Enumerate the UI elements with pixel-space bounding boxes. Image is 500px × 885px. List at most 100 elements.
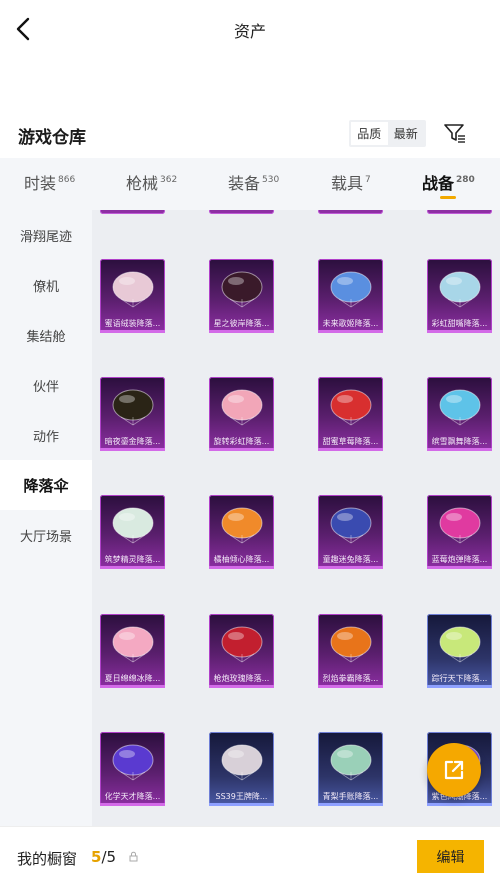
item-card-partial[interactable] — [100, 210, 165, 214]
rarity-bar — [209, 330, 274, 333]
item-name: 暗夜鎏金降落... — [104, 437, 161, 446]
rarity-bar — [427, 448, 492, 451]
item-card[interactable]: 橘柚倾心降落... — [209, 495, 274, 569]
item-card[interactable]: 蜜语绒装降落... — [100, 259, 165, 333]
item-name: 蓝莓炮弹降落... — [431, 555, 488, 564]
category-tabs: 时装 866 枪械 362 装备 530 载具 7 战备 280 — [0, 158, 500, 210]
parachute-icon — [330, 271, 372, 308]
filter-icon[interactable] — [443, 122, 467, 144]
item-name: 夏日绵绵冰降... — [104, 674, 161, 683]
item-card[interactable]: 化学天才降落... — [100, 732, 165, 806]
page-title: 资产 — [233, 22, 266, 41]
tab-equipment[interactable]: 装备 530 — [228, 170, 279, 194]
sidebar: 滑翔尾迹 僚机 集结舱 伙伴 动作 降落伞 大厅场景 — [0, 210, 92, 826]
tab-weapons[interactable]: 枪械 362 — [126, 170, 177, 194]
item-card[interactable]: 暗夜鎏金降落... — [100, 377, 165, 451]
share-button[interactable] — [427, 743, 481, 797]
top-bar: 资产 — [0, 0, 500, 60]
parachute-icon — [112, 507, 154, 544]
rarity-bar — [209, 566, 274, 569]
sidebar-item-companion[interactable]: 伙伴 — [0, 360, 92, 410]
edit-button[interactable]: 编辑 — [417, 840, 484, 873]
item-name: 筑梦精灵降落... — [104, 555, 161, 564]
item-card[interactable]: 甜蜜草莓降落... — [318, 377, 383, 451]
parachute-icon — [221, 626, 263, 663]
share-icon — [444, 760, 464, 780]
sidebar-item-lobby-scene[interactable]: 大厅场景 — [0, 510, 92, 560]
item-name: 甜蜜草莓降落... — [322, 437, 379, 446]
sidebar-item-rally-pod[interactable]: 集结舱 — [0, 310, 92, 360]
item-card[interactable]: 筑梦精灵降落... — [100, 495, 165, 569]
rarity-bar — [318, 448, 383, 451]
rarity-bar — [209, 803, 274, 806]
sidebar-item-glide-trail[interactable]: 滑翔尾迹 — [0, 210, 92, 260]
parachute-icon — [112, 389, 154, 426]
item-card[interactable]: SS39王牌降... — [209, 732, 274, 806]
parachute-icon — [439, 507, 481, 544]
item-name: 踪行天下降落... — [431, 674, 488, 683]
parachute-icon — [330, 389, 372, 426]
active-tab-indicator — [440, 196, 456, 199]
item-name: 烈焰拳霸降落... — [322, 674, 379, 683]
item-name: 青梨手账降落... — [322, 792, 379, 801]
parachute-icon — [221, 271, 263, 308]
item-name: 缤雪飘舞降落... — [431, 437, 488, 446]
tab-fashion[interactable]: 时装 866 — [24, 170, 75, 194]
sidebar-item-parachute[interactable]: 降落伞 — [0, 460, 92, 510]
sort-latest-button[interactable]: 最新 — [388, 122, 425, 145]
rarity-bar — [427, 330, 492, 333]
rarity-bar — [100, 803, 165, 806]
parachute-icon — [439, 626, 481, 663]
parachute-icon — [439, 389, 481, 426]
item-name: 未来歌姬降落... — [322, 319, 379, 328]
item-card[interactable]: 蓝莓炮弹降落... — [427, 495, 492, 569]
item-name: SS39王牌降... — [215, 792, 268, 801]
parachute-icon — [112, 271, 154, 308]
item-card[interactable]: 缤雪飘舞降落... — [427, 377, 492, 451]
parachute-icon — [112, 626, 154, 663]
item-card-partial[interactable] — [209, 210, 274, 214]
item-card[interactable]: 青梨手账降落... — [318, 732, 383, 806]
item-card-partial[interactable] — [427, 210, 492, 214]
parachute-icon — [330, 744, 372, 781]
item-name: 橘柚倾心降落... — [213, 555, 270, 564]
sort-quality-button[interactable]: 品质 — [351, 122, 388, 145]
rarity-bar — [427, 566, 492, 569]
rarity-bar — [427, 685, 492, 688]
item-card[interactable]: 踪行天下降落... — [427, 614, 492, 688]
item-name: 蜜语绒装降落... — [104, 319, 161, 328]
repository-title: 游戏仓库 — [18, 128, 86, 148]
rarity-bar — [318, 803, 383, 806]
item-card[interactable]: 旋转彩虹降落... — [209, 377, 274, 451]
sidebar-item-emote[interactable]: 动作 — [0, 410, 92, 460]
item-name: 彩虹甜嘴降落... — [431, 319, 488, 328]
showcase-count: 5/5 — [91, 848, 117, 866]
item-card[interactable]: 星之彼岸降落... — [209, 259, 274, 333]
repository-header: 游戏仓库 品质 最新 — [0, 116, 500, 152]
item-card[interactable]: 未来歌姬降落... — [318, 259, 383, 333]
rarity-bar — [318, 566, 383, 569]
item-name: 星之彼岸降落... — [213, 319, 270, 328]
rarity-bar — [100, 566, 165, 569]
item-name: 旋转彩虹降落... — [213, 437, 270, 446]
rarity-bar — [318, 685, 383, 688]
tab-vehicles[interactable]: 载具 7 — [331, 170, 371, 194]
rarity-bar — [427, 803, 492, 806]
item-card[interactable]: 彩虹甜嘴降落... — [427, 259, 492, 333]
item-card[interactable]: 枪炮玫瑰降落... — [209, 614, 274, 688]
sort-toggle: 品质 最新 — [349, 120, 426, 147]
rarity-bar — [209, 448, 274, 451]
rarity-bar — [100, 330, 165, 333]
parachute-icon — [112, 744, 154, 781]
item-card[interactable]: 童趣迷兔降落... — [318, 495, 383, 569]
parachute-icon — [221, 744, 263, 781]
item-card[interactable]: 夏日绵绵冰降... — [100, 614, 165, 688]
parachute-icon — [330, 507, 372, 544]
sidebar-item-wingman[interactable]: 僚机 — [0, 260, 92, 310]
rarity-bar — [100, 448, 165, 451]
lock-icon — [129, 851, 138, 862]
rarity-bar — [209, 685, 274, 688]
tab-combat-gear[interactable]: 战备 280 — [422, 170, 475, 194]
item-card-partial[interactable] — [318, 210, 383, 214]
item-card[interactable]: 烈焰拳霸降落... — [318, 614, 383, 688]
